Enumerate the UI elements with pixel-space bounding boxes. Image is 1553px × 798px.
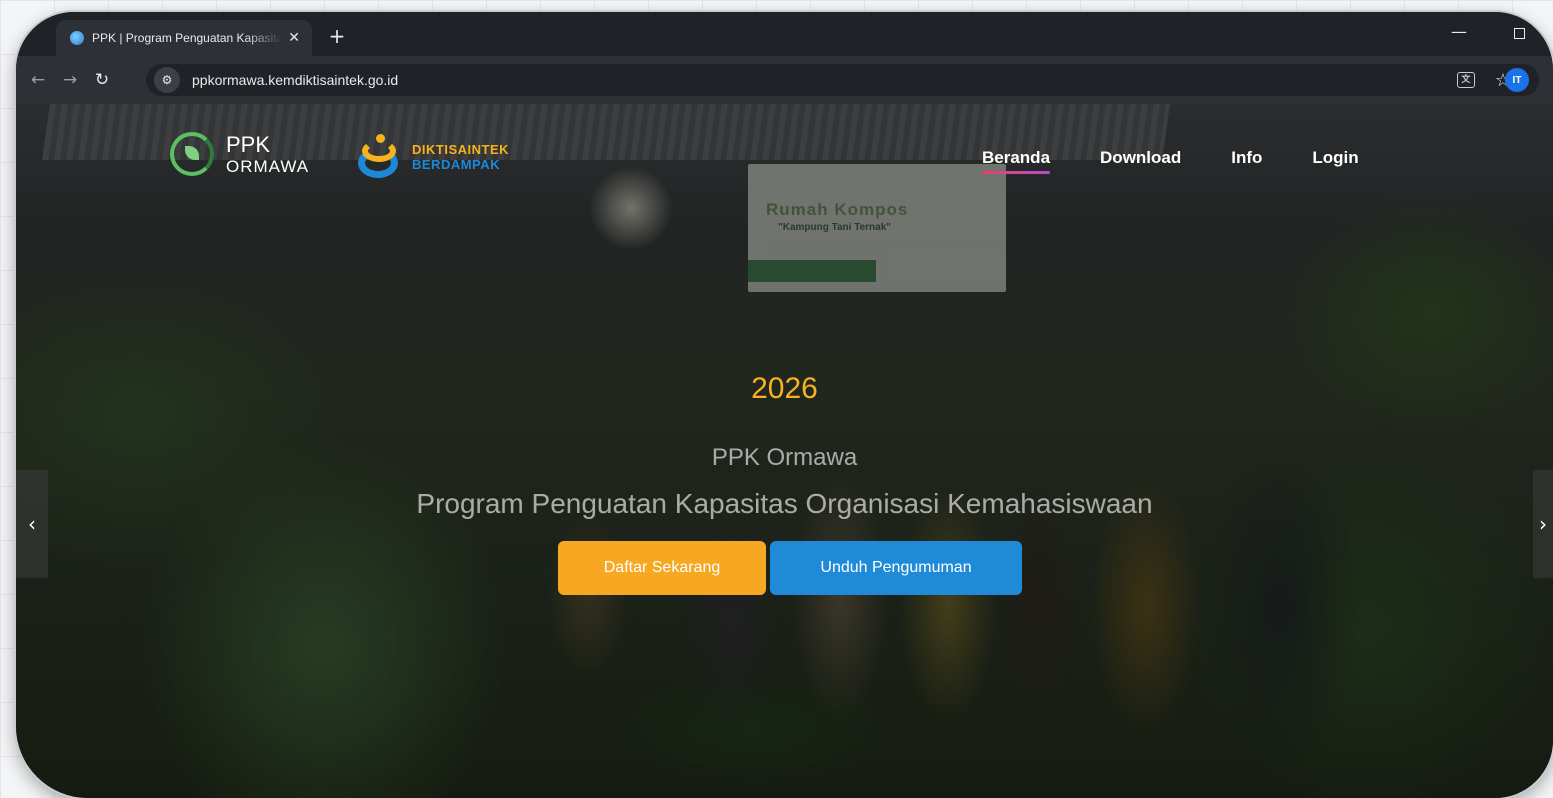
profile-avatar[interactable]: IT — [1505, 68, 1529, 92]
diktisaintek-line1: DIKTISAINTEK — [412, 142, 509, 157]
nav-beranda[interactable]: Beranda — [982, 148, 1051, 174]
maximize-window-icon[interactable] — [1514, 28, 1525, 39]
hero-actions: Daftar Sekarang Unduh Pengumuman — [558, 541, 1022, 595]
reload-icon[interactable]: ↻ — [86, 70, 118, 90]
diktisaintek-logo: DIKTISAINTEK BERDAMPAK — [356, 134, 509, 180]
nav-info[interactable]: Info — [1231, 148, 1262, 168]
favicon-icon — [70, 31, 84, 45]
forward-icon[interactable]: → — [54, 70, 86, 90]
minimize-window-icon[interactable]: — — [1451, 22, 1467, 41]
new-tab-button[interactable]: + — [324, 24, 350, 50]
nav-download[interactable]: Download — [1100, 148, 1181, 168]
tab-strip: PPK | Program Penguatan Kapasitas Organi… — [16, 12, 1553, 56]
hero-year: 2026 — [751, 372, 818, 405]
diktisaintek-line2: BERDAMPAK — [412, 157, 501, 172]
address-bar[interactable]: ⚙ ppkormawa.kemdiktisaintek.go.id 文 ☆ — [146, 64, 1539, 96]
url-text[interactable]: ppkormawa.kemdiktisaintek.go.id — [192, 72, 398, 88]
close-tab-icon[interactable]: ✕ — [288, 30, 300, 46]
brand-ormawa: ORMAWA — [226, 156, 310, 176]
nav-login[interactable]: Login — [1312, 148, 1358, 168]
browser-toolbar: ← → ↻ ⚙ ppkormawa.kemdiktisaintek.go.id … — [16, 56, 1553, 104]
main-nav: Beranda Download Info Login — [982, 148, 1359, 174]
chevron-right-icon: › — [1539, 512, 1547, 536]
hero-subtitle: Program Penguatan Kapasitas Organisasi K… — [416, 488, 1153, 519]
daftar-sekarang-button[interactable]: Daftar Sekarang — [558, 541, 766, 595]
ppk-ormawa-logo[interactable]: PPK ORMAWA — [170, 132, 309, 176]
diktisaintek-icon — [356, 134, 404, 180]
translate-icon[interactable]: 文 — [1456, 72, 1475, 88]
brand-ppk: PPK — [226, 131, 271, 157]
carousel-next-button[interactable]: › — [1533, 470, 1553, 578]
unduh-pengumuman-button[interactable]: Unduh Pengumuman — [770, 541, 1022, 595]
diktisaintek-text: DIKTISAINTEK BERDAMPAK — [412, 142, 509, 172]
page-viewport: Rumah Kompos "Kampung Tani Ternak" PPK O… — [16, 104, 1553, 798]
site-info-icon[interactable]: ⚙ — [154, 67, 180, 93]
carousel-prev-button[interactable]: ‹ — [16, 470, 48, 578]
chevron-left-icon: ‹ — [28, 512, 36, 536]
browser-window: PPK | Program Penguatan Kapasitas Organi… — [16, 12, 1553, 798]
hero-title: PPK Ormawa — [711, 444, 858, 471]
brand-text: PPK ORMAWA — [226, 131, 310, 176]
ppk-leaf-icon — [170, 132, 214, 176]
tab-title: PPK | Program Penguatan Kapasitas Organi… — [92, 31, 283, 45]
browser-tab[interactable]: PPK | Program Penguatan Kapasitas Organi… — [56, 20, 312, 56]
back-icon[interactable]: ← — [22, 70, 54, 90]
